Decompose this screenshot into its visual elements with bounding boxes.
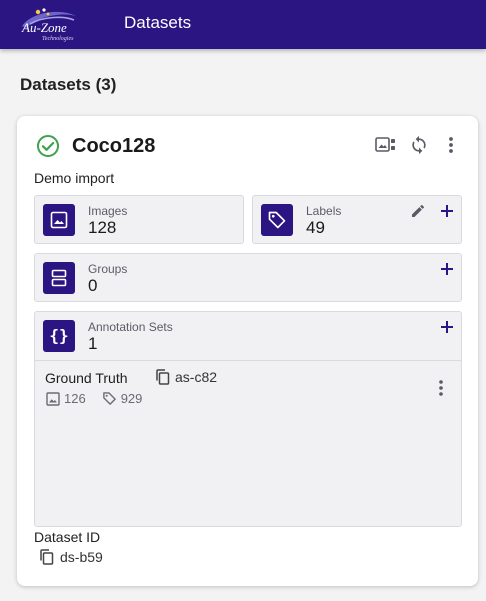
groups-tile[interactable]: Groups 0: [34, 253, 462, 302]
au-zone-logo[interactable]: Au-Zone Technologies: [18, 6, 82, 44]
annotation-set-stats: 126 929: [46, 391, 158, 406]
copy-icon: [40, 549, 54, 565]
more-vert-icon: [439, 380, 443, 396]
braces-icon: {}: [43, 320, 75, 352]
logo-subtext: Technologies: [42, 36, 74, 42]
refresh-icon: [412, 135, 426, 155]
groups-icon: [43, 262, 75, 294]
images-tile[interactable]: Images 128: [34, 195, 244, 244]
annotation-sets-tile[interactable]: {} Annotation Sets 1 Ground Truth as-c82: [34, 311, 462, 527]
labels-count: 49: [306, 218, 325, 237]
annotation-sets-label: Annotation Sets: [88, 320, 173, 334]
dataset-card[interactable]: Coco128 Demo import Images 128 Labels 49…: [17, 116, 478, 586]
add-group-button[interactable]: [437, 259, 457, 279]
edit-icon: [412, 204, 425, 217]
page-title: Datasets (3): [20, 75, 117, 94]
edit-labels-button[interactable]: [408, 201, 428, 221]
plus-icon: [441, 321, 453, 333]
images-label: Images: [88, 204, 128, 218]
more-options-button[interactable]: [440, 134, 462, 156]
add-annotation-set-button[interactable]: [437, 317, 457, 337]
label-tag-icon: [261, 204, 293, 236]
groups-count: 0: [88, 276, 98, 295]
groups-label: Groups: [88, 262, 128, 276]
image-gallery-icon: [375, 137, 395, 152]
annotation-set-image-count: 126: [64, 391, 86, 406]
app-bar-title: Datasets: [124, 13, 192, 32]
annotation-set-item[interactable]: Ground Truth as-c82 126 929: [35, 360, 461, 526]
dataset-id-label: Dataset ID: [34, 529, 101, 545]
add-label-button[interactable]: [437, 201, 457, 221]
tag-icon: [102, 392, 116, 405]
annotation-set-id: as-c82: [175, 369, 218, 385]
labels-label: Labels: [306, 204, 342, 218]
annotation-set-name: Ground Truth: [45, 370, 128, 386]
dataset-name: Coco128: [72, 135, 156, 157]
logo-text: Au-Zone: [22, 20, 67, 35]
annotation-set-label-count: 929: [120, 391, 143, 406]
check-circle-icon: [37, 135, 59, 157]
dataset-id: ds-b59: [60, 549, 103, 565]
images-count: 128: [88, 218, 117, 237]
image-icon: [43, 204, 75, 236]
copy-annotation-set-id-button[interactable]: as-c82: [155, 369, 217, 385]
refresh-button[interactable]: [408, 134, 430, 156]
labels-tile[interactable]: Labels 49: [252, 195, 462, 244]
plus-icon: [441, 205, 453, 217]
app-bar: Au-Zone Technologies Datasets: [0, 0, 486, 49]
image-icon: [46, 391, 60, 406]
annotation-set-menu-button[interactable]: [431, 377, 451, 399]
copy-icon: [156, 369, 170, 385]
gallery-button[interactable]: [375, 134, 397, 156]
dataset-description: Demo import: [34, 170, 115, 186]
plus-icon: [441, 263, 453, 275]
more-vert-icon: [449, 137, 453, 153]
copy-dataset-id-button[interactable]: ds-b59: [39, 549, 103, 565]
annotation-sets-count: 1: [88, 334, 98, 353]
